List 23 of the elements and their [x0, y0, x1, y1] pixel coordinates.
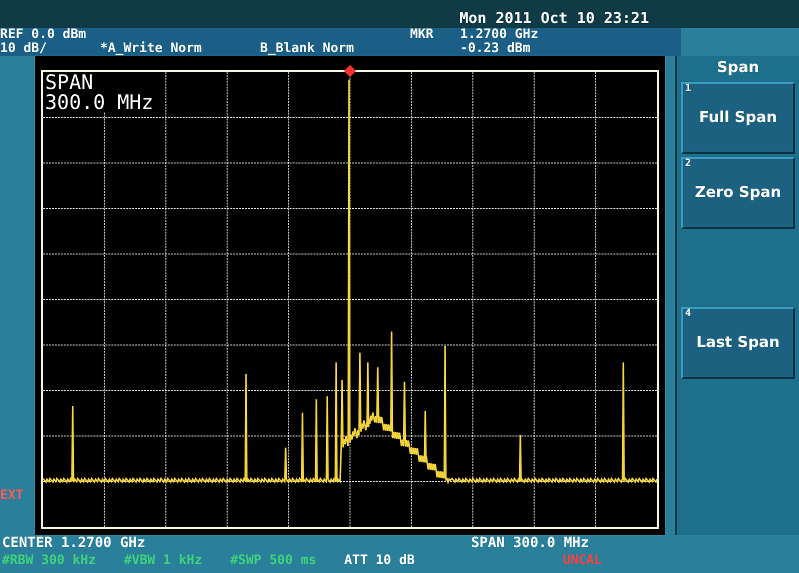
softkey-menu-title: Span	[716, 57, 760, 78]
trace-b-label: B_Blank Norm	[260, 42, 355, 56]
vbw-readout: #VBW 1 kHz	[124, 552, 202, 569]
sweep-readout: #SWP 500 ms	[230, 552, 316, 569]
softkey-button[interactable]: 2 Zero Span	[681, 156, 795, 228]
marker-frequency: 1.2700 GHz	[460, 28, 538, 42]
softkey-button[interactable]: 4 Last Span	[681, 306, 795, 378]
center-frequency: CENTER 1.2700 GHz	[2, 535, 146, 552]
date-time: Mon 2011 Oct 10 23:21	[459, 11, 649, 28]
span-readout: SPAN 300.0 MHz	[470, 535, 590, 552]
span-label: SPAN	[45, 72, 94, 92]
ext-label: EXT	[0, 486, 24, 504]
marker-diamond-icon	[344, 65, 356, 77]
uncal-warning: UNCAL	[562, 552, 602, 569]
reference-level: REF 0.0 dBm	[0, 28, 88, 42]
attenuation-readout: ATT 10 dB	[344, 552, 415, 569]
marker-level: -0.23 dBm	[460, 42, 532, 56]
scale-label: 10 dB/	[0, 42, 48, 56]
marker-label: MKR	[409, 28, 434, 42]
trace-a-label: *A_Write Norm	[100, 42, 203, 56]
span-value: 300.0 MHz	[45, 92, 154, 112]
softkey-button[interactable]: 1 Full Span	[681, 82, 795, 154]
rbw-readout: #RBW 300 kHz	[2, 552, 96, 569]
